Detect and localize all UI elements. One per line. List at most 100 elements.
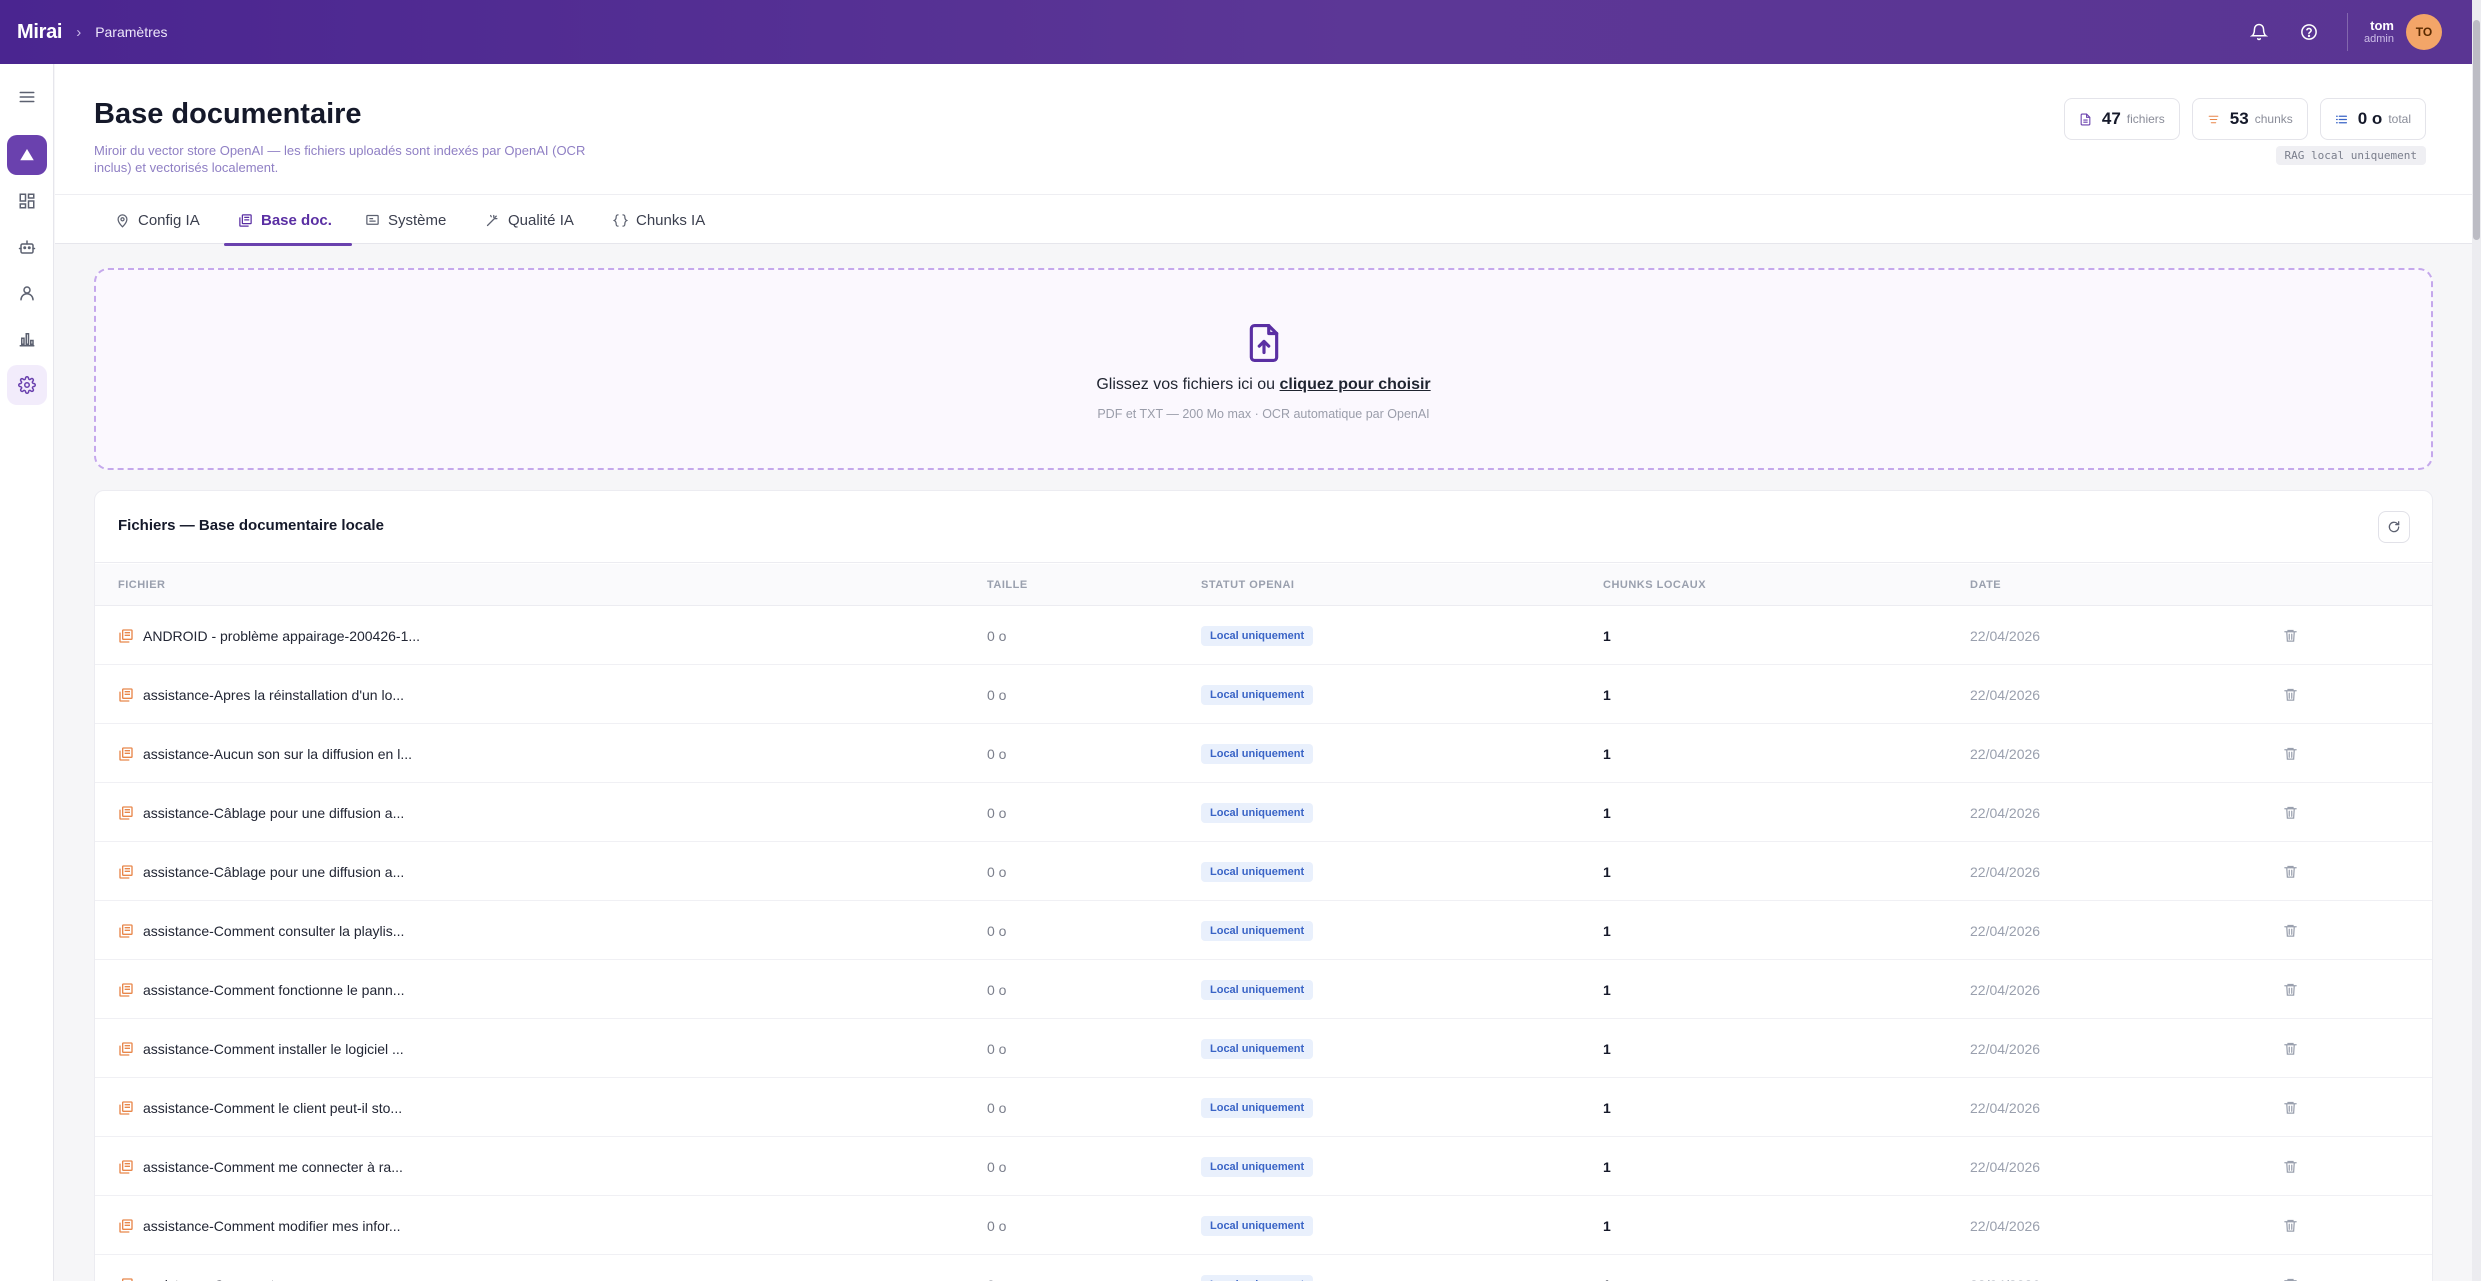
file-name[interactable]: ANDROID - problème appairage-200426-1... — [143, 628, 420, 644]
file-date: 22/04/2026 — [1970, 1099, 2041, 1116]
table-row[interactable]: assistance-Comment consulter la playlis.… — [95, 901, 2432, 960]
user-info[interactable]: tom admin — [2364, 17, 2394, 45]
tab-label: Système — [388, 211, 447, 229]
table-row[interactable]: assistance-Comment le client peut-il sto… — [95, 1078, 2432, 1137]
trash-icon — [2284, 1278, 2297, 1281]
app-brand[interactable]: Mirai — [17, 21, 62, 44]
stat-chunks-label: chunks — [2254, 112, 2293, 126]
delete-button[interactable] — [2283, 1019, 2298, 1078]
table-row[interactable]: assistance-Comment fonctionne le pann...… — [95, 960, 2432, 1019]
tab-config-ia[interactable]: Config IA — [115, 195, 200, 245]
column-header-file[interactable]: FICHIER — [118, 579, 166, 591]
delete-button[interactable] — [2283, 606, 2298, 665]
table-row[interactable]: assistance-Comment modifier mes infor...… — [95, 1196, 2432, 1255]
stat-chunks-value: 53 — [2229, 109, 2249, 128]
table-row[interactable]: assistance-Comment me connecter à ra... … — [95, 1137, 2432, 1196]
file-cell: assistance-Câblage pour une diffusion a.… — [118, 783, 448, 842]
delete-button[interactable] — [2283, 842, 2298, 901]
scrollbar-thumb[interactable] — [2473, 20, 2480, 240]
file-dropzone[interactable]: Glissez vos fichiers ici ou cliquez pour… — [94, 268, 2433, 470]
delete-button[interactable] — [2283, 901, 2298, 960]
sidebar-item-stats[interactable] — [7, 319, 47, 359]
table-row[interactable]: assistance-Câblage pour une diffusion a.… — [95, 783, 2432, 842]
braces-icon — [613, 213, 628, 228]
chunks-count: 1 — [1603, 686, 1611, 703]
tab-systeme[interactable]: Système — [365, 195, 446, 245]
table-header: FICHIER TAILLE STATUT OPENAI CHUNKS LOCA… — [95, 564, 2432, 606]
trash-icon — [2284, 629, 2297, 642]
file-name[interactable]: assistance-Apres la réinstallation d'un … — [143, 687, 404, 703]
magic-wand-icon — [485, 213, 500, 228]
delete-button[interactable] — [2283, 960, 2298, 1019]
tab-chunks-ia[interactable]: Chunks IA — [613, 195, 705, 245]
table-row[interactable]: assistance-Comment programmer une e... 0… — [95, 1255, 2432, 1281]
sidebar-item-users[interactable] — [7, 273, 47, 313]
file-name[interactable]: assistance-Aucun son sur la diffusion en… — [143, 746, 412, 762]
files-card-title: Fichiers — Base documentaire locale — [118, 517, 384, 534]
trash-icon — [2284, 865, 2297, 878]
file-date: 22/04/2026 — [1970, 686, 2041, 703]
delete-button[interactable] — [2283, 1078, 2298, 1137]
bell-icon[interactable] — [2239, 12, 2279, 52]
avatar[interactable]: TO — [2406, 14, 2442, 50]
refresh-button[interactable] — [2378, 511, 2410, 543]
tab-label: Config IA — [138, 211, 200, 229]
file-name[interactable]: assistance-Câblage pour une diffusion a.… — [143, 864, 404, 880]
column-header-status[interactable]: STATUT OPENAI — [1201, 579, 1294, 591]
trash-icon — [2284, 688, 2297, 701]
file-name[interactable]: assistance-Comment me connecter à ra... — [143, 1159, 403, 1175]
sidebar-item-bot[interactable] — [7, 227, 47, 267]
status-cell: Local uniquement — [1201, 960, 1314, 1019]
column-header-date[interactable]: DATE — [1970, 579, 2001, 591]
choose-files-link[interactable]: cliquez pour choisir — [1280, 376, 1431, 393]
document-icon — [118, 982, 134, 998]
breadcrumb-separator: › — [76, 23, 82, 41]
files-card-header: Fichiers — Base documentaire locale — [95, 491, 2432, 563]
table-row[interactable]: assistance-Comment installer le logiciel… — [95, 1019, 2432, 1078]
delete-button[interactable] — [2283, 1196, 2298, 1255]
tab-base-doc[interactable]: Base doc. — [224, 195, 352, 246]
user-name: tom — [2370, 17, 2394, 33]
file-name[interactable]: assistance-Câblage pour une diffusion a.… — [143, 805, 404, 821]
file-name[interactable]: assistance-Comment modifier mes infor... — [143, 1218, 401, 1234]
chunks-count: 1 — [1603, 1099, 1611, 1116]
delete-button[interactable] — [2283, 724, 2298, 783]
chunks-count: 1 — [1603, 863, 1611, 880]
layers-icon — [2208, 115, 2219, 123]
page-scrollbar[interactable] — [2472, 0, 2481, 1281]
rag-mode-badge: RAG local uniquement — [2275, 146, 2426, 165]
delete-button[interactable] — [2283, 1137, 2298, 1196]
column-header-chunks[interactable]: CHUNKS LOCAUX — [1603, 579, 1706, 591]
column-header-size[interactable]: TAILLE — [987, 579, 1028, 591]
pin-icon — [115, 213, 130, 228]
sidebar-item-settings[interactable] — [7, 365, 47, 405]
table-row[interactable]: ANDROID - problème appairage-200426-1...… — [95, 606, 2432, 665]
file-name[interactable]: assistance-Comment le client peut-il sto… — [143, 1100, 402, 1116]
sidebar-item-dashboard[interactable] — [7, 181, 47, 221]
table-row[interactable]: assistance-Apres la réinstallation d'un … — [95, 665, 2432, 724]
status-badge: Local uniquement — [1201, 802, 1314, 823]
table-row[interactable]: assistance-Aucun son sur la diffusion en… — [95, 724, 2432, 783]
delete-button[interactable] — [2283, 1255, 2298, 1281]
sidebar — [0, 64, 54, 1281]
file-cell: assistance-Comment consulter la playlis.… — [118, 901, 448, 960]
file-name[interactable]: assistance-Comment programmer une e... — [143, 1277, 405, 1281]
trash-icon — [2284, 806, 2297, 819]
document-icon — [118, 805, 134, 821]
tab-qualite-ia[interactable]: Qualité IA — [485, 195, 574, 245]
status-cell: Local uniquement — [1201, 1196, 1314, 1255]
table-row[interactable]: assistance-Câblage pour une diffusion a.… — [95, 842, 2432, 901]
sidebar-logo-button[interactable] — [7, 135, 47, 175]
delete-button[interactable] — [2283, 665, 2298, 724]
file-name[interactable]: assistance-Comment installer le logiciel… — [143, 1041, 404, 1057]
document-icon — [118, 1100, 134, 1116]
file-size: 0 o — [987, 686, 1007, 703]
file-name[interactable]: assistance-Comment consulter la playlis.… — [143, 923, 404, 939]
file-date: 22/04/2026 — [1970, 804, 2041, 821]
file-name[interactable]: assistance-Comment fonctionne le pann... — [143, 982, 404, 998]
tab-label: Base doc. — [261, 211, 332, 229]
delete-button[interactable] — [2283, 783, 2298, 842]
menu-toggle-button[interactable] — [7, 77, 47, 117]
help-icon[interactable] — [2289, 12, 2329, 52]
document-icon — [118, 923, 134, 939]
